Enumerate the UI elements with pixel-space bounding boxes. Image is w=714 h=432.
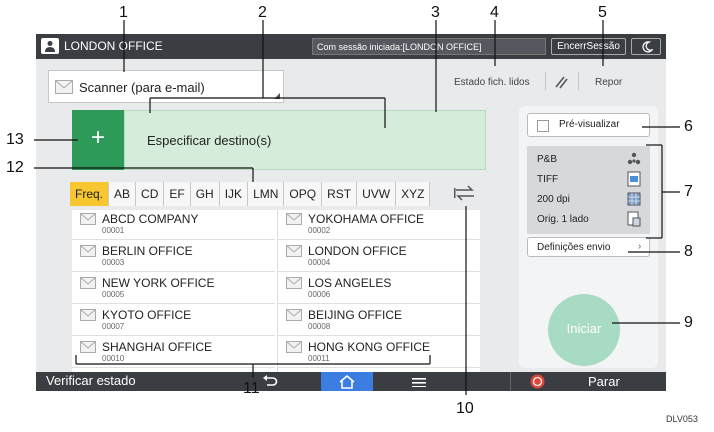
callout-10: 10 [456, 400, 474, 417]
callout-1: 1 [119, 4, 128, 21]
callout-lines [34, 20, 680, 395]
callout-3: 3 [431, 4, 440, 21]
callout-5: 5 [598, 4, 607, 21]
callout-9: 9 [684, 314, 693, 331]
callout-11: 11 [243, 380, 260, 397]
callout-7: 7 [684, 183, 693, 200]
figure-caption: DLV053 [666, 414, 698, 424]
callout-12: 12 [6, 159, 24, 176]
callout-4: 4 [490, 4, 499, 21]
callout-8: 8 [684, 243, 693, 260]
callout-2: 2 [258, 4, 267, 21]
callout-6: 6 [684, 118, 693, 135]
callout-13: 13 [6, 131, 24, 148]
